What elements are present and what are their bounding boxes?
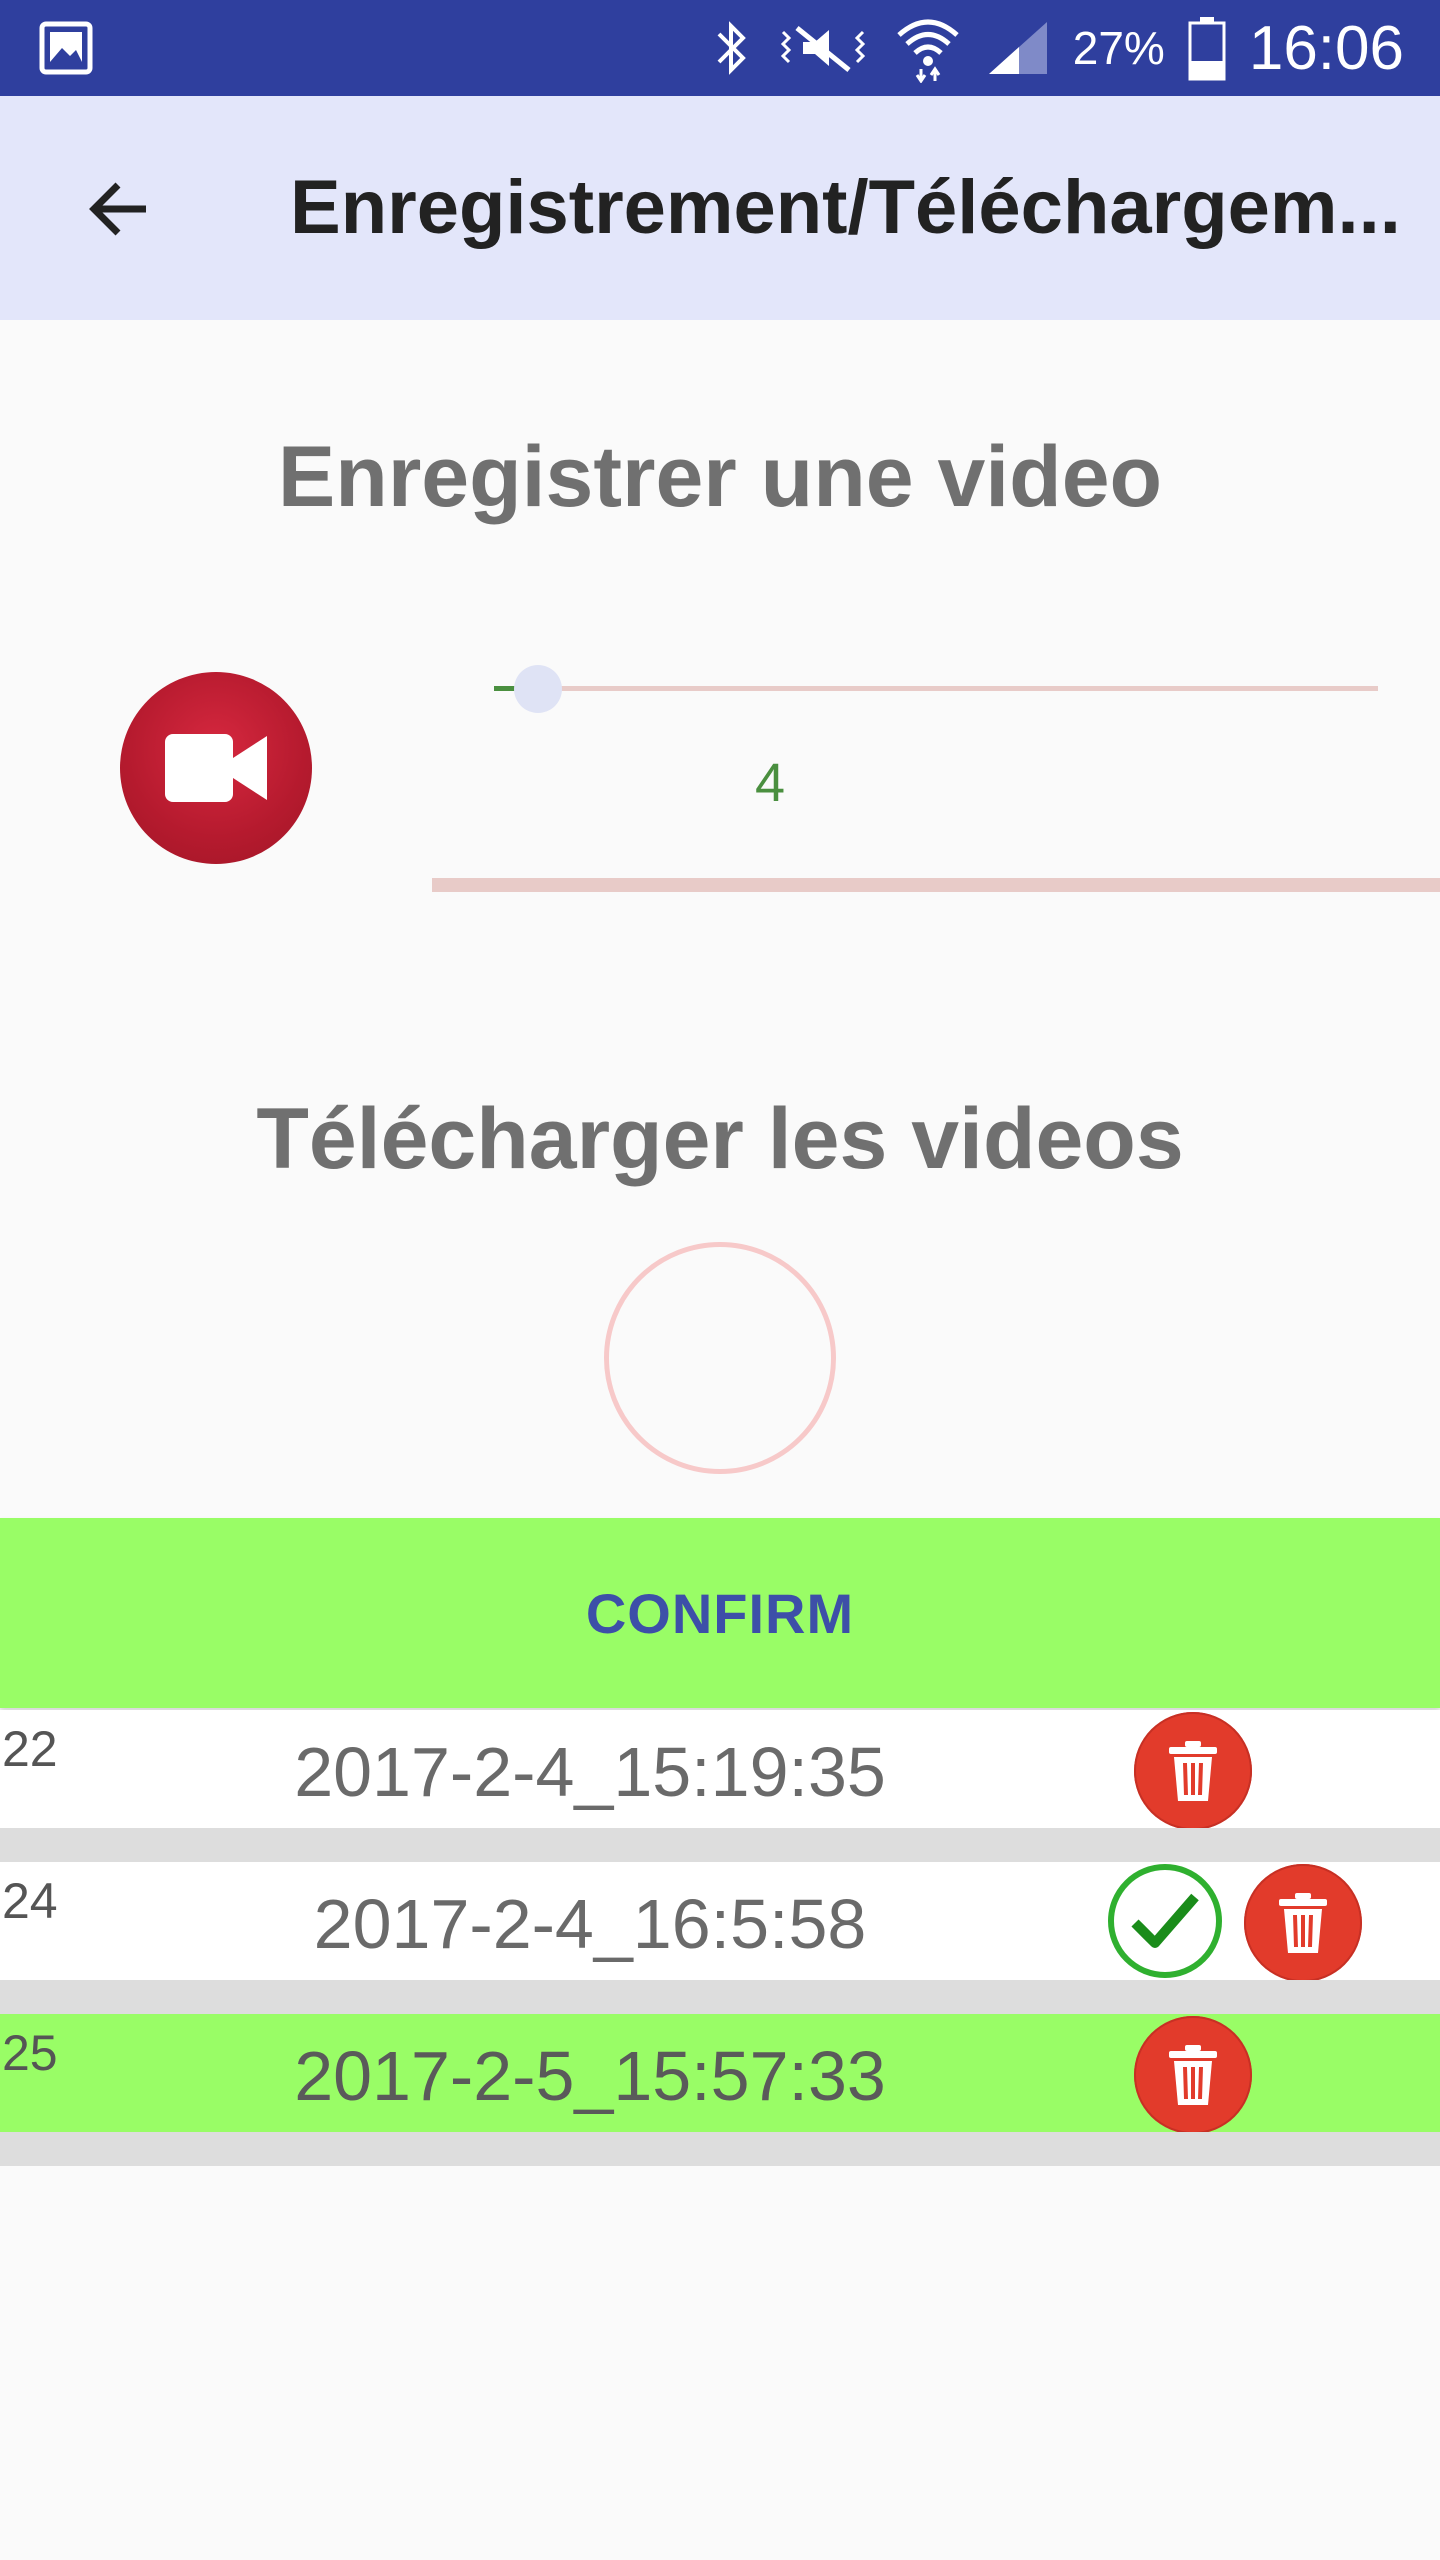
trash-icon [1169,1741,1217,1801]
arrow-back-icon [89,182,146,236]
status-icons: 27% 16:06 [709,0,1404,96]
row-separator [0,1828,1440,1862]
video-date: 2017-2-4_15:19:35 [294,1733,886,1811]
video-camera-icon [165,734,267,802]
battery-icon [1188,17,1226,81]
download-section-title: Télécharger les videos [256,1091,1184,1187]
downloaded-check-button[interactable] [1108,1864,1222,1978]
gallery-icon [39,21,93,75]
battery-percentage: 27% [1072,22,1165,74]
record-section-title: Enregistrer une video [277,429,1163,525]
video-id: 24 [2,1873,58,1929]
row-separator [0,1980,1440,2014]
trash-icon [1169,2045,1217,2105]
clock: 16:06 [1248,13,1404,83]
slider-value: 4 [754,753,786,813]
delete-button[interactable] [1244,1864,1362,1982]
vibrate-mute-icon [780,26,865,72]
video-date: 2017-2-5_15:57:33 [294,2037,886,2115]
video-date: 2017-2-4_16:5:58 [313,1885,867,1963]
trash-icon [1279,1893,1327,1953]
back-button[interactable] [64,154,174,264]
confirm-label: CONFIRM [585,1581,855,1645]
app-bar: Enregistrement/Téléchargem... [0,96,1440,320]
status-bar: 27% 16:06 [0,0,1440,96]
video-row[interactable]: 24 2017-2-4_16:5:58 [0,1862,1440,1982]
loading-spinner [604,1242,836,1474]
wifi-icon [897,19,959,83]
checkmark-icon [1131,1893,1199,1948]
delete-button[interactable] [1134,2016,1252,2134]
slider-track [494,686,1378,691]
confirm-button[interactable]: CONFIRM [0,1518,1440,1708]
duration-slider[interactable] [494,660,1378,716]
signal-icon [988,22,1047,74]
video-id: 25 [2,2025,58,2081]
row-separator [0,2132,1440,2166]
video-row[interactable]: 22 2017-2-4_15:19:35 [0,1710,1440,1830]
video-id: 22 [2,1721,58,1777]
record-video-button[interactable] [120,672,312,864]
video-row-selected[interactable]: 25 2017-2-5_15:57:33 [0,2014,1440,2134]
delete-button[interactable] [1134,1712,1252,1830]
slider-thumb[interactable] [514,665,563,713]
bluetooth-icon [717,21,746,75]
page-title: Enregistrement/Téléchargem... [290,165,1401,250]
slider-value-underline [432,878,1440,892]
